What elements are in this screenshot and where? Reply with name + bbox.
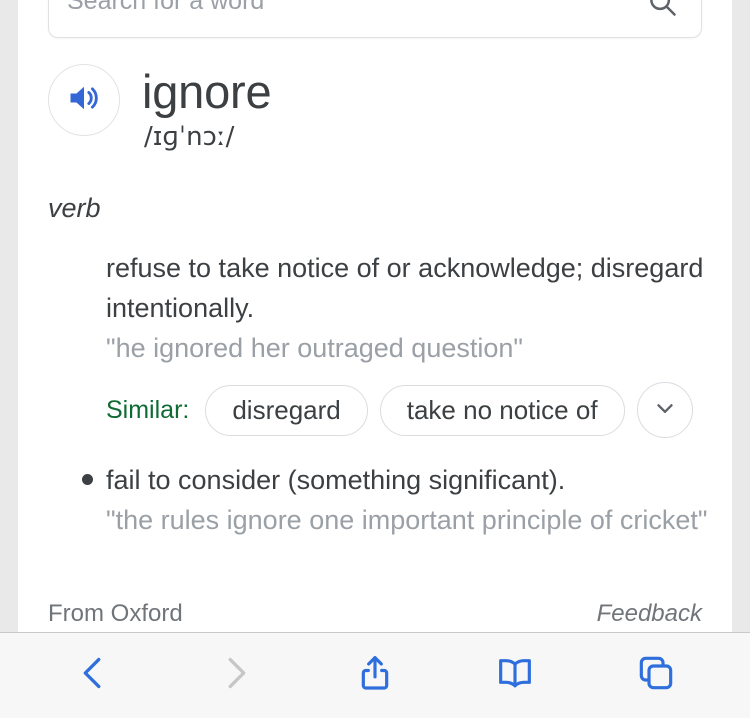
definition-list: refuse to take notice of or acknowledge;… — [48, 248, 708, 540]
forward-button[interactable] — [197, 644, 273, 708]
similar-terms-row: Similar: disregard take no notice of — [106, 382, 708, 438]
card-footer: From Oxford Feedback — [48, 600, 702, 628]
share-button[interactable] — [337, 644, 413, 708]
similar-label: Similar: — [106, 395, 190, 424]
chevron-down-icon — [652, 395, 678, 426]
headword-block: ignore /ɪɡˈnɔː/ — [48, 64, 272, 154]
similar-chip-disregard[interactable]: disregard — [205, 384, 368, 436]
example-text: "the rules ignore one important principl… — [106, 505, 708, 535]
source-attribution: From Oxford — [48, 600, 183, 627]
back-icon — [75, 654, 113, 697]
bookmarks-icon — [495, 653, 535, 698]
dictionary-card: ignore /ɪɡˈnɔː/ verb refuse to take noti… — [18, 0, 732, 632]
part-of-speech: verb — [48, 193, 101, 223]
definition-item: refuse to take notice of or acknowledge;… — [48, 248, 708, 438]
page-title: ignore — [142, 65, 272, 118]
share-icon — [355, 653, 395, 698]
search-icon[interactable] — [647, 0, 677, 17]
phonetic-transcription: /ɪɡˈnɔː/ — [144, 122, 235, 152]
bookmarks-button[interactable] — [477, 644, 553, 708]
definition-text: refuse to take notice of or acknowledge;… — [106, 253, 704, 323]
expand-similar-button[interactable] — [636, 382, 693, 438]
speaker-icon — [66, 80, 102, 121]
definition-item: fail to consider (something significant)… — [48, 460, 708, 540]
similar-chip-take-no-notice-of[interactable]: take no notice of — [379, 384, 625, 436]
tabs-icon — [636, 653, 676, 698]
search-input[interactable] — [67, 0, 627, 39]
example-text: "he ignored her outraged question" — [106, 333, 523, 363]
tabs-button[interactable] — [618, 644, 694, 708]
pronounce-button[interactable] — [48, 64, 120, 136]
definition-text: fail to consider (something significant)… — [106, 465, 566, 495]
forward-icon — [216, 654, 254, 697]
search-bar[interactable] — [48, 0, 702, 39]
browser-page-content: ignore /ɪɡˈnɔː/ verb refuse to take noti… — [0, 0, 750, 632]
back-button[interactable] — [56, 644, 132, 708]
browser-toolbar — [0, 632, 750, 718]
feedback-link[interactable]: Feedback — [597, 600, 702, 628]
